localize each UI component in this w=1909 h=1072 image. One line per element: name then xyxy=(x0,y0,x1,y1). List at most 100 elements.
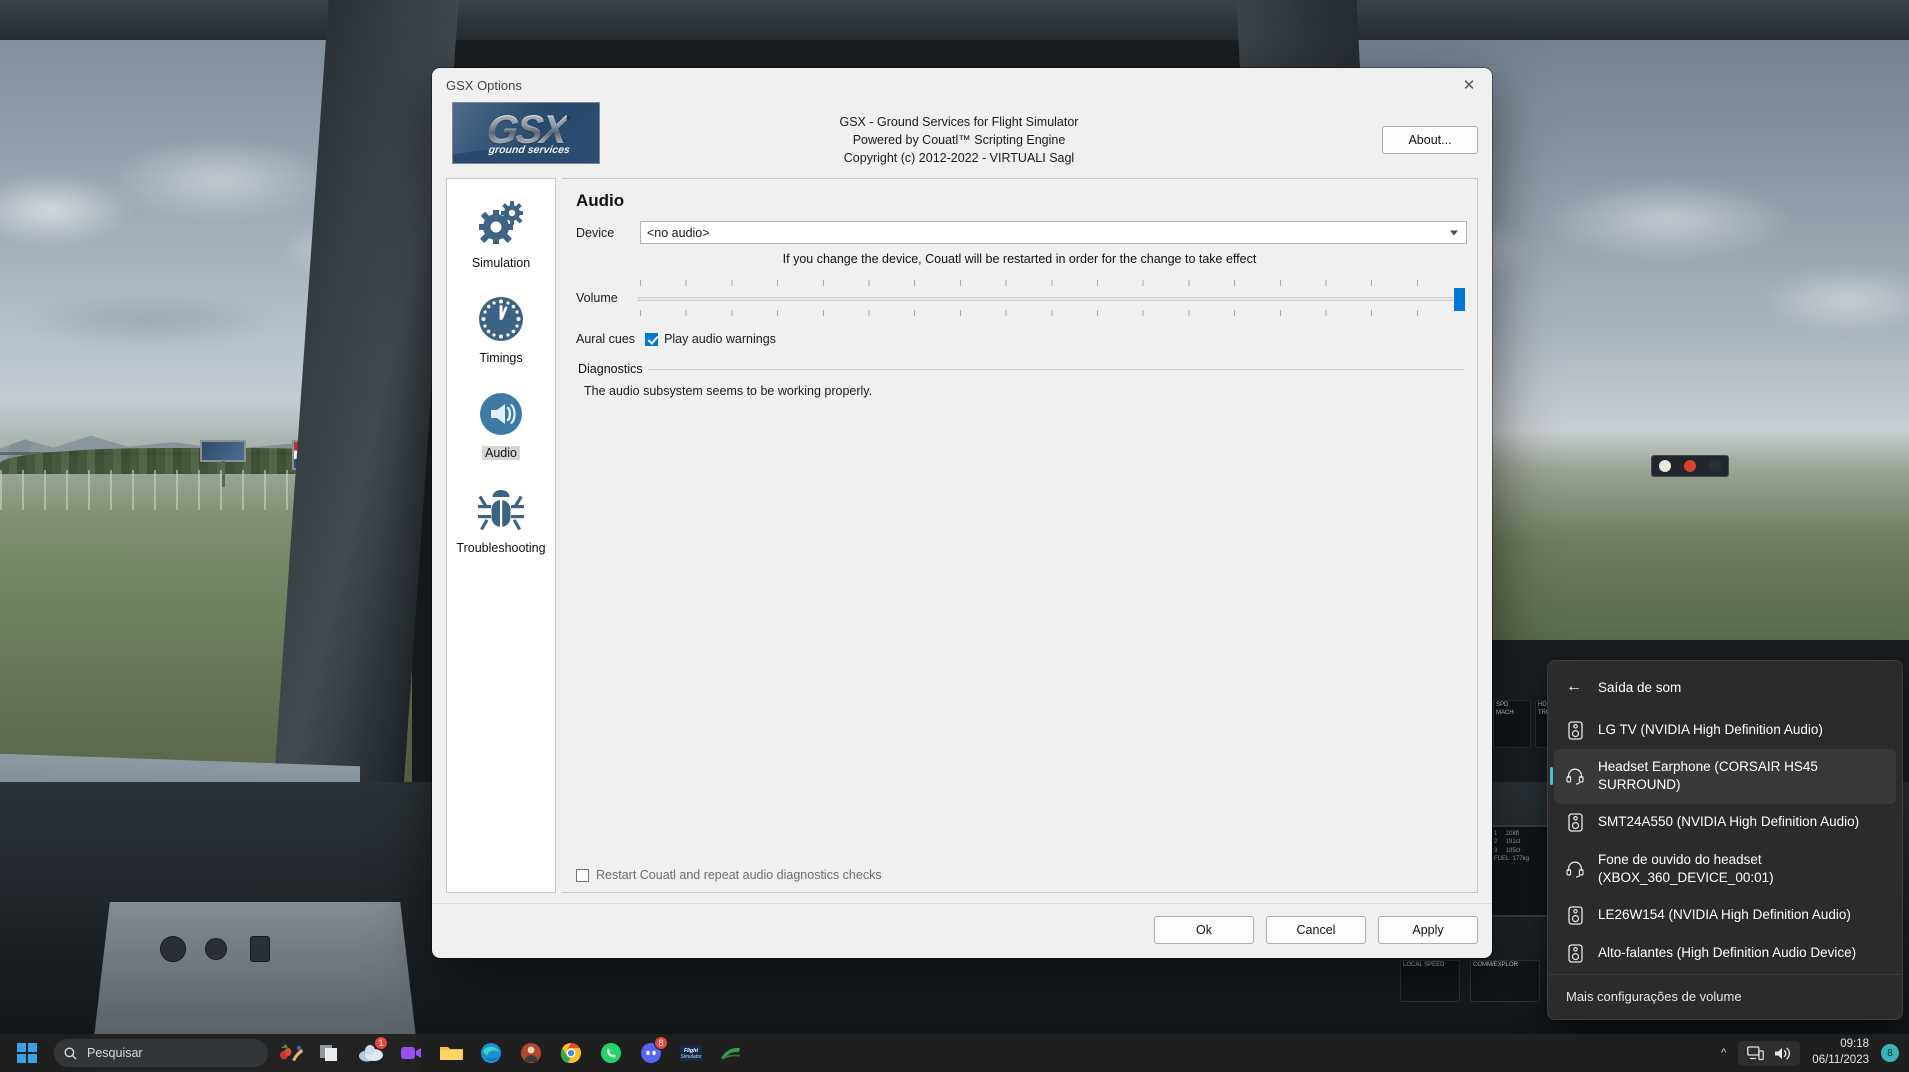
volume-label: Volume xyxy=(576,291,618,305)
volume-icon[interactable] xyxy=(1774,1046,1791,1061)
pedestal-knob-2 xyxy=(205,938,227,960)
edge-icon[interactable] xyxy=(476,1038,506,1068)
flight-simulator-icon[interactable]: Flight Simulator xyxy=(676,1038,706,1068)
start-button[interactable] xyxy=(10,1036,44,1070)
gears-icon xyxy=(474,197,528,251)
airport-apron xyxy=(0,640,412,790)
svg-text:Simulator: Simulator xyxy=(680,1054,701,1060)
sidebar-item-audio[interactable]: Audio xyxy=(447,387,555,460)
game-app-icon[interactable] xyxy=(276,1038,306,1068)
device-change-hint: If you change the device, Couatl will be… xyxy=(782,252,1257,266)
instrument-comm: COMM/EXPLOR xyxy=(1470,960,1540,1002)
volume-slider[interactable] xyxy=(632,280,1467,316)
aural-cues-row: Aural cues Play audio warnings xyxy=(576,332,1467,346)
billboard-pole xyxy=(222,461,225,487)
sidebar-item-label: Audio xyxy=(482,446,520,460)
slider-ticks-top xyxy=(640,280,1459,286)
play-audio-warnings-checkbox[interactable]: Play audio warnings xyxy=(645,332,776,346)
ok-button[interactable]: Ok xyxy=(1154,916,1254,944)
cancel-button[interactable]: Cancel xyxy=(1266,916,1366,944)
slider-ticks-bottom xyxy=(640,310,1459,316)
list-item[interactable]: Alto-falantes (High Definition Audio Dev… xyxy=(1554,934,1896,972)
speaker-device-icon xyxy=(1566,905,1584,925)
sidebar-item-label: Timings xyxy=(479,351,523,365)
list-item[interactable]: LG TV (NVIDIA High Definition Audio) xyxy=(1554,711,1896,749)
chevron-up-icon[interactable]: ^ xyxy=(1721,1047,1726,1059)
device-label: LG TV (NVIDIA High Definition Audio) xyxy=(1598,722,1823,738)
search-placeholder: Pesquisar xyxy=(87,1046,143,1060)
taskbar: Pesquisar 1 8 Flight Simulator ^ 09:18 0… xyxy=(0,1034,1909,1072)
task-view-icon[interactable] xyxy=(316,1038,346,1068)
device-label: SMT24A550 (NVIDIA High Definition Audio) xyxy=(1598,814,1860,830)
slider-thumb[interactable] xyxy=(1454,288,1465,311)
airport-billboard xyxy=(200,440,246,462)
network-icon[interactable] xyxy=(1747,1045,1765,1061)
onedrive-icon[interactable]: 1 xyxy=(356,1036,388,1068)
airport-fence xyxy=(0,470,412,510)
file-explorer-icon[interactable] xyxy=(436,1038,466,1068)
whatsapp-icon[interactable] xyxy=(596,1038,626,1068)
taskbar-clock[interactable]: 09:18 06/11/2023 xyxy=(1812,1037,1869,1068)
sidebar-item-troubleshooting[interactable]: Troubleshooting xyxy=(447,482,555,555)
more-volume-settings-link[interactable]: Mais configurações de volume xyxy=(1548,974,1902,1019)
device-label: Headset Earphone (CORSAIR HS45 SURROUND) xyxy=(1598,759,1818,793)
about-button[interactable]: About... xyxy=(1382,126,1478,154)
play-audio-warnings-label: Play audio warnings xyxy=(664,332,776,346)
product-engine: Powered by Couatl™ Scripting Engine xyxy=(852,133,1066,148)
window-title: GSX Options xyxy=(446,77,522,93)
zoom-icon[interactable] xyxy=(396,1038,426,1068)
airport-sign xyxy=(292,440,312,470)
device-select[interactable]: <no audio> xyxy=(640,221,1467,244)
restart-couatl-checkbox[interactable]: Restart Couatl and repeat audio diagnost… xyxy=(576,868,1477,882)
gsx-logo-subtitle: ground services xyxy=(487,144,571,156)
audio-device-list: LG TV (NVIDIA High Definition Audio) Hea… xyxy=(1548,707,1902,974)
list-item[interactable]: Fone de ouvido do headset (XBOX_360_DEVI… xyxy=(1554,842,1896,896)
window-titlebar[interactable]: GSX Options ✕ xyxy=(432,68,1492,102)
device-label: Alto-falantes (High Definition Audio Dev… xyxy=(1598,944,1857,960)
window-header: GSX ground services GSX - Ground Service… xyxy=(446,102,1478,178)
gsx-options-window: GSX Options ✕ GSX ground services GSX - … xyxy=(432,68,1492,958)
restart-couatl-label: Restart Couatl and repeat audio diagnost… xyxy=(596,868,882,882)
tray-icons-group[interactable] xyxy=(1738,1040,1801,1066)
speaker-icon xyxy=(474,387,528,441)
pedestal-switch xyxy=(250,936,270,962)
bug-icon xyxy=(474,482,528,536)
back-arrow-icon[interactable]: ← xyxy=(1566,679,1582,695)
clock-date: 06/11/2023 xyxy=(1812,1054,1869,1066)
list-item[interactable]: Headset Earphone (CORSAIR HS45 SURROUND) xyxy=(1554,749,1896,804)
instrument-speed: SPD MACH xyxy=(1493,700,1531,748)
window-content: Simulation Timings Audio Troubleshooting… xyxy=(446,178,1478,903)
audio-panel-inner: Audio Device <no audio> If you change th… xyxy=(562,189,1477,868)
clock-icon xyxy=(474,292,528,346)
device-select-value: <no audio> xyxy=(647,225,710,240)
taskbar-apps: 1 8 Flight Simulator xyxy=(276,1036,746,1068)
speaker-device-icon xyxy=(1566,943,1584,963)
device-label: Device xyxy=(576,225,615,240)
sidebar-item-timings[interactable]: Timings xyxy=(447,292,555,365)
apply-button[interactable]: Apply xyxy=(1378,916,1478,944)
sidebar-item-label: Troubleshooting xyxy=(456,541,546,555)
list-item[interactable]: LE26W154 (NVIDIA High Definition Audio) xyxy=(1554,896,1896,934)
list-item[interactable]: SMT24A550 (NVIDIA High Definition Audio) xyxy=(1554,804,1896,842)
header-actions: About... xyxy=(1318,102,1478,154)
checkbox-box xyxy=(645,332,659,346)
close-icon[interactable]: ✕ xyxy=(1446,68,1492,102)
notification-badge[interactable]: 8 xyxy=(1881,1044,1899,1062)
photo-app-icon[interactable] xyxy=(516,1038,546,1068)
diagnostics-group: Diagnostics The audio subsystem seems to… xyxy=(576,362,1465,868)
outside-view-left xyxy=(0,0,412,790)
chrome-icon[interactable] xyxy=(556,1038,586,1068)
sidebar-item-label: Simulation xyxy=(471,256,531,270)
addon-manager-icon[interactable] xyxy=(716,1038,746,1068)
system-tray: ^ 09:18 06/11/2023 8 xyxy=(1721,1037,1909,1068)
diagnostics-text: The audio subsystem seems to be working … xyxy=(584,384,873,398)
search-input[interactable]: Pesquisar xyxy=(54,1039,268,1067)
chevron-down-icon xyxy=(1450,230,1458,235)
discord-icon[interactable]: 8 xyxy=(636,1036,668,1068)
flyout-header[interactable]: ← Saída de som xyxy=(1548,667,1902,707)
taskbar-left: Pesquisar 1 8 Flight Simulator xyxy=(0,1036,746,1070)
diagnostics-legend: Diagnostics xyxy=(578,362,643,376)
mcp-strip xyxy=(0,827,340,897)
aural-cues-label: Aural cues xyxy=(576,332,636,346)
sidebar-item-simulation[interactable]: Simulation xyxy=(447,197,555,270)
